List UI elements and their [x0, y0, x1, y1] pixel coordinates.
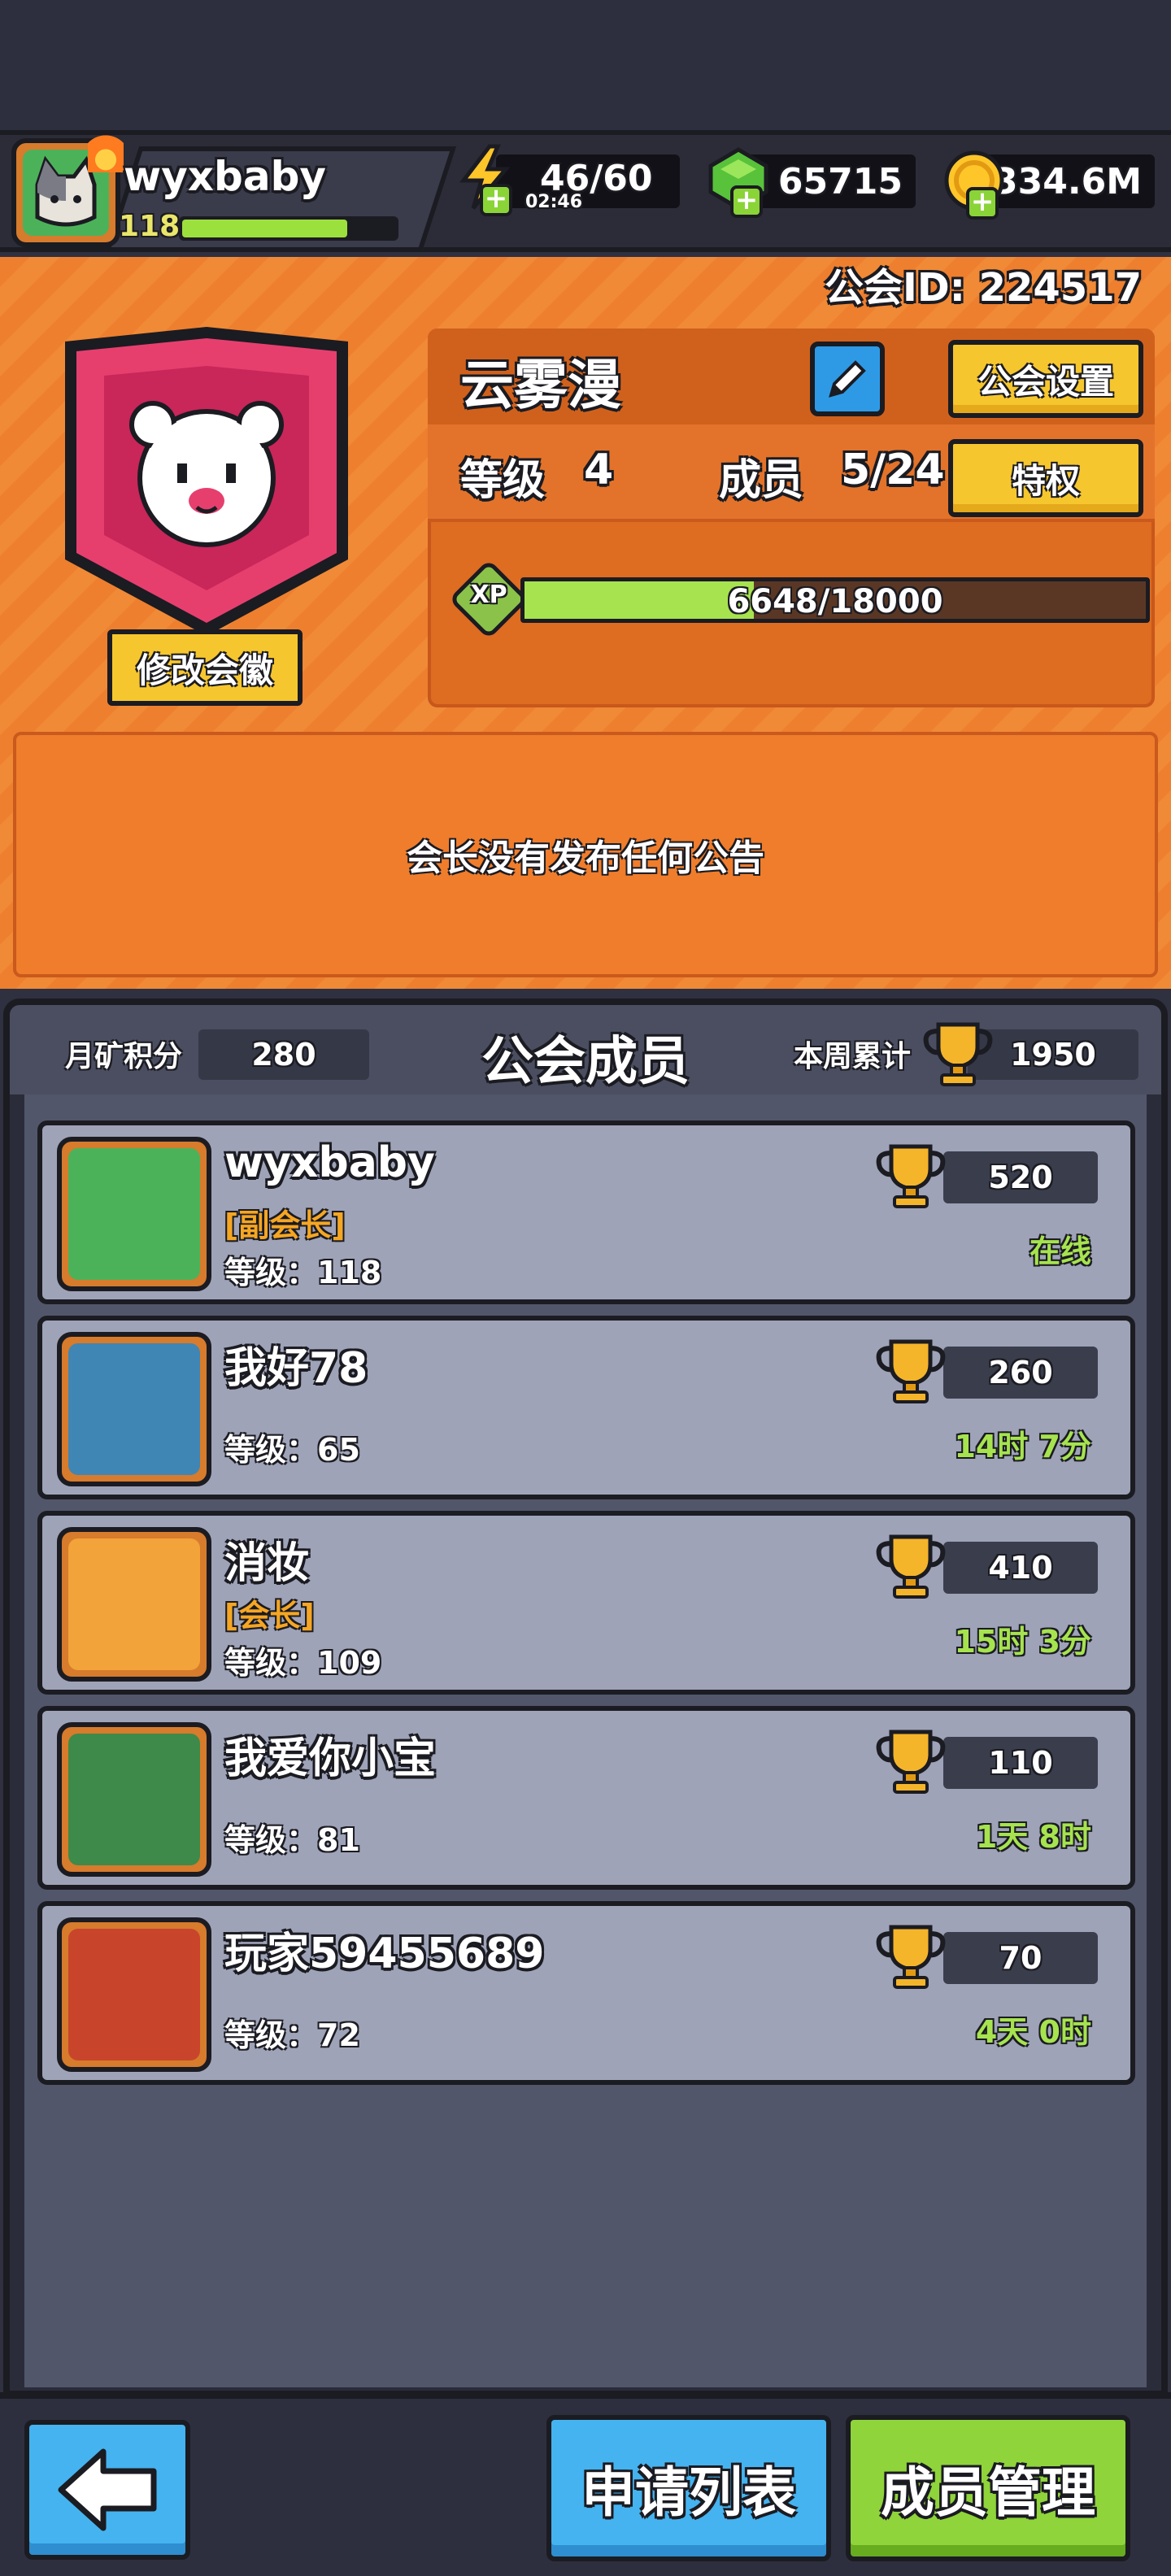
trophy-icon	[872, 1140, 950, 1213]
member-card[interactable]: 我爱你小宝等级：81 110 1天 8时	[37, 1706, 1135, 1890]
member-level: 等级：81	[224, 1822, 360, 1858]
guild-id: 公会ID: 224517	[824, 265, 1142, 311]
member-card[interactable]: wyxbaby [副会长] 等级：118 520 在线	[37, 1120, 1135, 1304]
girl-icon	[68, 1538, 200, 1670]
back-arrow-icon	[58, 2448, 157, 2531]
member-online-status: 14时 7分	[954, 1429, 1091, 1464]
member-score: 70	[943, 1932, 1098, 1984]
rhino-icon	[68, 1343, 200, 1475]
member-online-status: 在线	[1029, 1234, 1091, 1269]
member-card[interactable]: 玩家59455689 等级：72 70 4天 0时	[37, 1901, 1135, 2085]
member-manage-button[interactable]: 成员管理	[846, 2415, 1130, 2561]
member-level: 等级：72	[224, 2017, 360, 2053]
gold-value: 334.6M	[993, 160, 1142, 202]
add-gold-button[interactable]: +	[966, 187, 999, 220]
member-score: 260	[943, 1347, 1098, 1399]
member-role: [副会长]	[224, 1208, 346, 1243]
guild-xp-bar: 6648/18000	[520, 577, 1150, 623]
guild-settings-button[interactable]: 公会设置	[948, 340, 1143, 418]
player-xp-bar	[179, 216, 398, 241]
member-avatar[interactable]	[57, 1722, 211, 1877]
trophy-icon	[872, 1335, 950, 1408]
guild-name: 云雾漫	[460, 354, 621, 416]
trophy-icon	[872, 1921, 950, 1994]
guild-members-label: 成员	[719, 456, 804, 505]
member-avatar[interactable]	[57, 1137, 211, 1291]
gems-value: 65715	[777, 160, 903, 202]
apply-list-button[interactable]: 申请列表	[546, 2415, 831, 2561]
player-xp-fill	[182, 220, 347, 237]
member-score: 520	[943, 1151, 1098, 1203]
guild-announcement: 会长没有发布任何公告	[13, 732, 1158, 977]
member-card[interactable]: 我好78 等级：65 260 14时 7分	[37, 1316, 1135, 1499]
edit-guild-name-button[interactable]	[810, 342, 885, 416]
member-avatar[interactable]	[57, 1527, 211, 1682]
member-level: 等级：65	[224, 1432, 360, 1468]
member-online-status: 4天 0时	[975, 2014, 1091, 2050]
member-role: [会长]	[224, 1598, 315, 1634]
member-online-status: 1天 8时	[975, 1819, 1091, 1855]
guild-members-value: 5/24	[841, 446, 945, 494]
privilege-button[interactable]: 特权	[948, 439, 1143, 517]
member-name: 我爱你小宝	[224, 1734, 437, 1783]
trophy-icon	[872, 1725, 950, 1799]
member-name: 我好78	[224, 1344, 368, 1393]
xp-badge-label: XP	[470, 581, 507, 609]
member-score: 410	[943, 1542, 1098, 1594]
pencil-icon	[829, 360, 866, 398]
member-avatar[interactable]	[57, 1332, 211, 1486]
members-panel-title: 公会成员	[481, 1032, 690, 1092]
member-name: 消妆	[224, 1539, 310, 1588]
member-online-status: 15时 3分	[954, 1624, 1091, 1660]
member-name: 玩家59455689	[224, 1930, 545, 1978]
trophy-icon	[872, 1530, 950, 1603]
add-gems-button[interactable]: +	[730, 185, 763, 218]
panda-icon	[68, 1734, 200, 1865]
guild-xp-text: 6648/18000	[727, 583, 943, 620]
monthly-score-label: 月矿积分	[65, 1040, 183, 1073]
member-level: 等级：118	[224, 1255, 382, 1290]
back-button[interactable]	[24, 2420, 190, 2560]
energy-timer: 02:46	[525, 192, 583, 212]
guild-level-value: 4	[584, 446, 614, 494]
player-name: wyxbaby	[124, 153, 326, 200]
guild-emblem	[55, 324, 358, 641]
trophy-icon	[919, 1018, 997, 1091]
status-bar-area	[0, 0, 1171, 130]
member-card[interactable]: 消妆 [会长] 等级：109 410 15时 3分	[37, 1511, 1135, 1695]
member-level: 等级：109	[224, 1645, 382, 1681]
member-avatar[interactable]	[57, 1917, 211, 2072]
cat-icon	[68, 1148, 200, 1280]
energy-counter[interactable]: 46/60 02:46	[496, 154, 680, 212]
monthly-score-value: 280	[198, 1029, 369, 1080]
edit-emblem-button[interactable]: 修改会徽	[107, 629, 303, 706]
weekly-total-label: 本周累计	[794, 1040, 912, 1073]
guild-level-label: 等级	[460, 456, 546, 505]
player-level: 118	[119, 210, 181, 243]
ninja-icon	[68, 1929, 200, 2060]
add-energy-button[interactable]: +	[480, 184, 512, 216]
member-name: wyxbaby	[224, 1138, 435, 1187]
member-score: 110	[943, 1737, 1098, 1789]
flame-icon	[88, 130, 124, 172]
